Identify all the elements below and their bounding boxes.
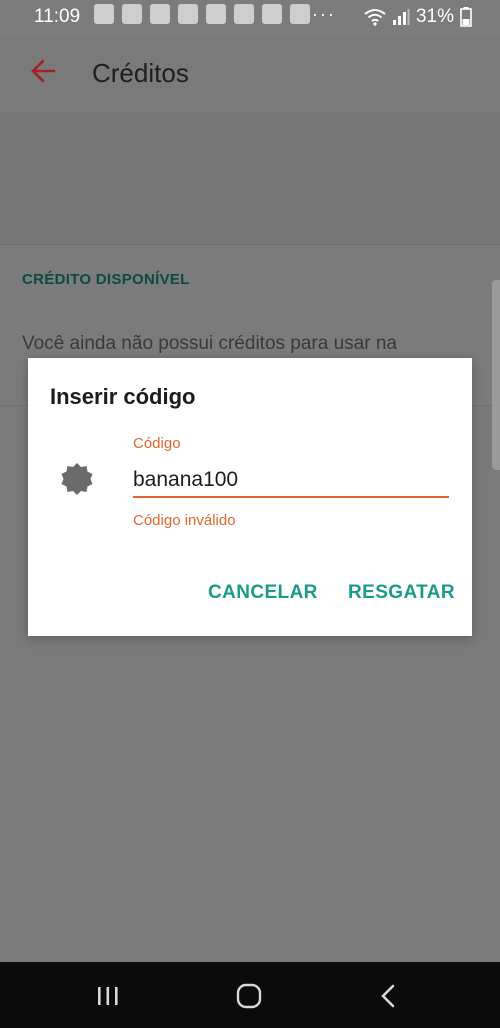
cancel-button[interactable]: CANCELAR <box>208 582 318 604</box>
code-input[interactable] <box>133 464 449 498</box>
notification-icon <box>122 4 142 24</box>
status-time: 11:09 <box>34 6 81 27</box>
notification-icon <box>178 4 198 24</box>
app-bar: Créditos <box>0 36 500 113</box>
more-notifications-icon: ··· <box>312 4 336 24</box>
home-icon[interactable] <box>236 983 262 1009</box>
arrow-left-icon[interactable] <box>30 58 56 84</box>
wifi-icon <box>364 9 386 26</box>
chevron-left-icon[interactable] <box>378 984 398 1008</box>
notification-icon <box>234 4 254 24</box>
whatsapp-icon <box>94 4 114 24</box>
navigation-bar <box>0 962 500 1028</box>
linkedin-icon <box>290 4 310 24</box>
linkedin-icon <box>206 4 226 24</box>
app-icon <box>150 4 170 24</box>
status-bar: 11:09 ··· 31% <box>0 0 500 36</box>
redeem-button[interactable]: RESGATAR <box>348 582 455 604</box>
signal-icon <box>392 9 410 25</box>
dialog-title: Inserir código <box>50 384 196 409</box>
header-area <box>0 112 500 244</box>
notification-icons <box>94 4 310 24</box>
credit-empty-message: Você ainda não possui créditos para usar… <box>22 333 397 354</box>
battery-percent: 31% <box>415 6 454 27</box>
recent-apps-icon[interactable] <box>96 986 120 1006</box>
code-error-message: Código inválido <box>133 512 236 529</box>
status-right: 31% <box>364 6 472 28</box>
battery-icon <box>460 7 472 27</box>
page-title: Créditos <box>92 58 189 88</box>
notification-icon <box>262 4 282 24</box>
redeem-code-dialog: Inserir código Código Código inválido CA… <box>28 358 472 636</box>
gear-badge-icon <box>61 463 93 495</box>
code-field-label: Código <box>133 435 181 452</box>
scrollbar[interactable] <box>492 280 500 470</box>
credit-section-title: CRÉDITO DISPONÍVEL <box>22 271 190 288</box>
